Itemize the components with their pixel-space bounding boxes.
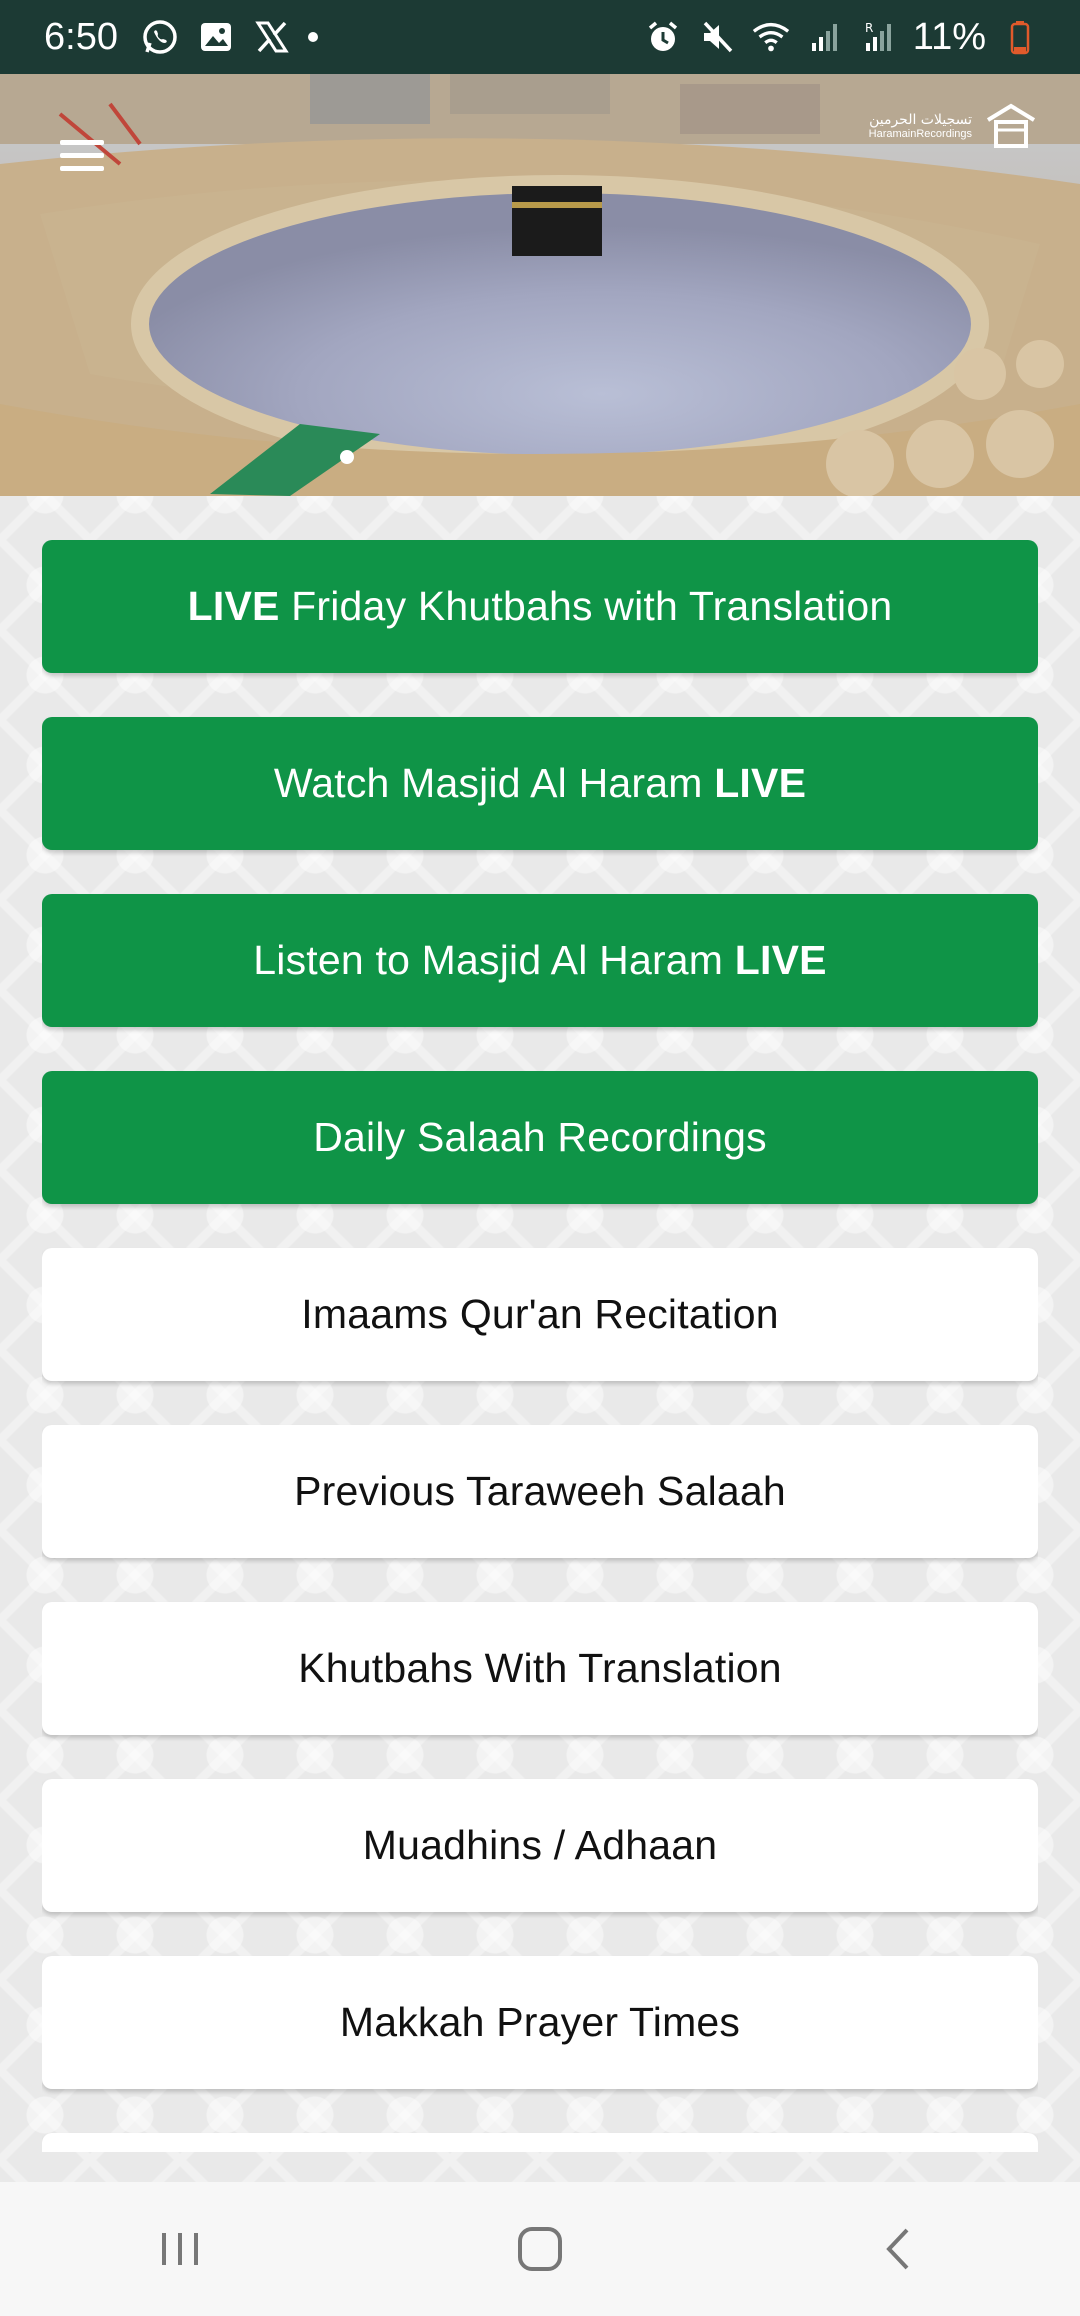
carousel-indicator (340, 450, 354, 464)
menu-button-previous-taraweeh-salaah[interactable]: Previous Taraweeh Salaah (42, 1425, 1038, 1558)
alarm-icon (643, 17, 683, 57)
menu-button-label-bold: LIVE (187, 583, 280, 629)
kaaba-logo-icon (986, 103, 1036, 148)
back-icon (886, 2228, 909, 2270)
x-icon (252, 17, 292, 57)
menu-button-label-bold: LIVE (734, 937, 827, 983)
gallery-icon (196, 17, 236, 57)
menu-button-label: Muadhins / Adhaan (362, 1822, 718, 1868)
home-icon (518, 2227, 562, 2271)
menu-button-label: Khutbahs With Translation (298, 1645, 782, 1691)
battery-percentage: 11% (912, 15, 986, 58)
haramain-recordings-logo: تسجيلات الحرمين HaramainRecordings (869, 98, 1040, 156)
menu-button-label: Listen to Masjid Al Haram (253, 937, 735, 983)
menu-button-label: Imaams Qur'an Recitation (301, 1291, 779, 1337)
home-button[interactable] (460, 2199, 620, 2299)
mute-icon (697, 17, 737, 57)
menu-button-muadhins-adhaan[interactable]: Muadhins / Adhaan (42, 1779, 1038, 1912)
menu-line (60, 140, 104, 145)
menu-button-label: Daily Salaah Recordings (313, 1114, 767, 1160)
recents-button[interactable] (100, 2199, 260, 2299)
hamburger-menu-button[interactable] (60, 140, 104, 176)
main-menu-list: LIVE Friday Khutbahs with Translation Wat… (42, 540, 1038, 2152)
status-bar: 6:50 R 11% (0, 0, 1080, 74)
menu-button-watch-masjid-al-haram-live[interactable]: Watch Masjid Al Haram LIVE (42, 717, 1038, 850)
menu-button-label: Previous Taraweeh Salaah (294, 1468, 786, 1514)
wifi-icon (751, 17, 791, 57)
menu-button-listen-to-masjid-al-haram-live[interactable]: Listen to Masjid Al Haram LIVE (42, 894, 1038, 1027)
menu-button-label: Friday Khutbahs with Translation (279, 583, 893, 629)
status-time: 6:50 (44, 15, 118, 58)
logo-latin-text: HaramainRecordings (868, 128, 972, 140)
menu-button-imaams-qur-an-recitation[interactable]: Imaams Qur'an Recitation (42, 1248, 1038, 1381)
hero-banner[interactable]: تسجيلات الحرمين HaramainRecordings (0, 74, 1080, 496)
system-navigation-bar (0, 2182, 1080, 2316)
whatsapp-icon (140, 17, 180, 57)
menu-line (60, 153, 104, 158)
menu-button-more[interactable] (42, 2133, 1038, 2152)
menu-button-daily-salaah-recordings[interactable]: Daily Salaah Recordings (42, 1071, 1038, 1204)
carousel-dot-active[interactable] (340, 450, 354, 464)
menu-button-khutbahs-with-translation[interactable]: Khutbahs With Translation (42, 1602, 1038, 1735)
signal-icon (805, 17, 845, 57)
notification-dot (307, 32, 318, 42)
battery-icon (1000, 17, 1040, 57)
menu-button-label: Makkah Prayer Times (339, 1999, 741, 2045)
signal-roaming-icon: R (859, 17, 899, 57)
menu-line (60, 166, 104, 171)
svg-text:R: R (865, 21, 873, 35)
menu-button-label-bold: LIVE (714, 760, 807, 806)
menu-button-makkah-prayer-times[interactable]: Makkah Prayer Times (42, 1956, 1038, 2089)
back-button[interactable] (820, 2199, 980, 2299)
recents-icon (162, 2233, 198, 2265)
logo-arabic-text: تسجيلات الحرمين (869, 112, 972, 128)
menu-button-label: Watch Masjid Al Haram (273, 760, 715, 806)
menu-button-live-friday-khutbahs-with-translation[interactable]: LIVE Friday Khutbahs with Translation (42, 540, 1038, 673)
